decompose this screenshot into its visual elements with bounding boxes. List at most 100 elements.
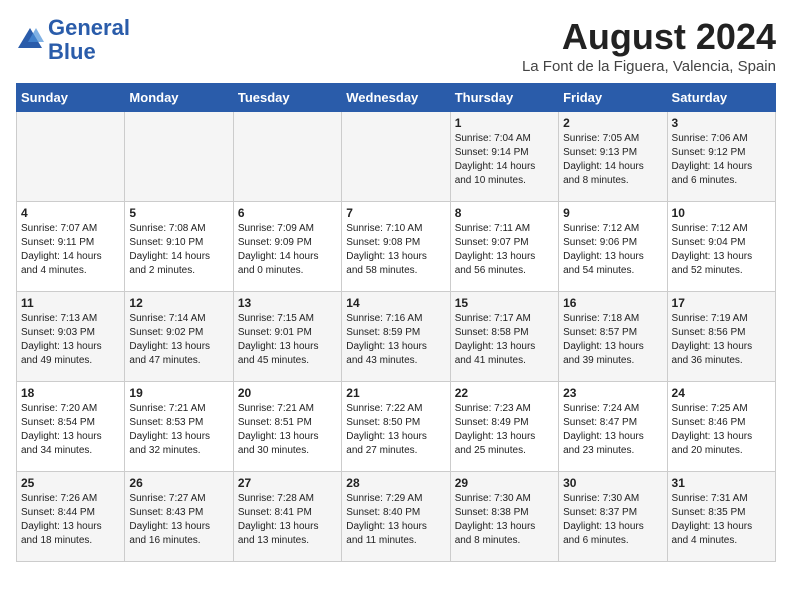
day-number: 30	[563, 476, 662, 490]
day-info: Sunrise: 7:09 AM Sunset: 9:09 PM Dayligh…	[238, 222, 337, 278]
day-number: 14	[346, 296, 445, 310]
day-number: 5	[129, 206, 228, 220]
day-info: Sunrise: 7:12 AM Sunset: 9:04 PM Dayligh…	[672, 222, 771, 278]
calendar-cell: 24 Sunrise: 7:25 AM Sunset: 8:46 PM Dayli…	[667, 382, 775, 472]
calendar-cell: 15Sunrise: 7:17 AM Sunset: 8:58 PM Dayli…	[450, 292, 558, 382]
day-number: 22	[455, 386, 554, 400]
calendar-cell: 16 Sunrise: 7:18 AM Sunset: 8:57 PM Dayli…	[559, 292, 667, 382]
page-title: August 2024	[522, 16, 776, 58]
day-info: Sunrise: 7:12 AM Sunset: 9:06 PM Dayligh…	[563, 222, 662, 278]
day-info: Sunrise: 7:30 AM Sunset: 8:38 PM Dayligh…	[455, 492, 554, 548]
day-number: 1	[455, 116, 554, 130]
day-number: 20	[238, 386, 337, 400]
calendar-cell: 13 Sunrise: 7:15 AM Sunset: 9:01 PM Dayli…	[233, 292, 341, 382]
calendar-cell: 27 Sunrise: 7:28 AM Sunset: 8:41 PM Dayli…	[233, 472, 341, 562]
day-number: 31	[672, 476, 771, 490]
day-info: Sunrise: 7:20 AM Sunset: 8:54 PM Dayligh…	[21, 402, 120, 458]
day-number: 24	[672, 386, 771, 400]
calendar-cell: 3 Sunrise: 7:06 AM Sunset: 9:12 PM Daylig…	[667, 112, 775, 202]
calendar-cell: 19Sunrise: 7:21 AM Sunset: 8:53 PM Dayli…	[125, 382, 233, 472]
weekday-header: Friday	[559, 84, 667, 112]
day-info: Sunrise: 7:24 AM Sunset: 8:47 PM Dayligh…	[563, 402, 662, 458]
calendar-cell	[125, 112, 233, 202]
calendar-cell: 23Sunrise: 7:24 AM Sunset: 8:47 PM Dayli…	[559, 382, 667, 472]
day-number: 17	[672, 296, 771, 310]
calendar-cell: 22 Sunrise: 7:23 AM Sunset: 8:49 PM Dayli…	[450, 382, 558, 472]
day-info: Sunrise: 7:07 AM Sunset: 9:11 PM Dayligh…	[21, 222, 120, 278]
calendar-week-row: 1Sunrise: 7:04 AM Sunset: 9:14 PM Daylig…	[17, 112, 776, 202]
calendar-cell: 2 Sunrise: 7:05 AM Sunset: 9:13 PM Daylig…	[559, 112, 667, 202]
header-row: SundayMondayTuesdayWednesdayThursdayFrid…	[17, 84, 776, 112]
calendar-cell	[342, 112, 450, 202]
day-number: 2	[563, 116, 662, 130]
day-number: 13	[238, 296, 337, 310]
day-number: 26	[129, 476, 228, 490]
day-info: Sunrise: 7:31 AM Sunset: 8:35 PM Dayligh…	[672, 492, 771, 548]
day-number: 9	[563, 206, 662, 220]
day-info: Sunrise: 7:16 AM Sunset: 8:59 PM Dayligh…	[346, 312, 445, 368]
day-number: 28	[346, 476, 445, 490]
day-info: Sunrise: 7:26 AM Sunset: 8:44 PM Dayligh…	[21, 492, 120, 548]
day-info: Sunrise: 7:15 AM Sunset: 9:01 PM Dayligh…	[238, 312, 337, 368]
calendar-cell: 21 Sunrise: 7:22 AM Sunset: 8:50 PM Dayli…	[342, 382, 450, 472]
calendar-week-row: 4Sunrise: 7:07 AM Sunset: 9:11 PM Daylig…	[17, 202, 776, 292]
day-number: 27	[238, 476, 337, 490]
day-info: Sunrise: 7:13 AM Sunset: 9:03 PM Dayligh…	[21, 312, 120, 368]
calendar-cell: 18 Sunrise: 7:20 AM Sunset: 8:54 PM Dayli…	[17, 382, 125, 472]
calendar-cell	[17, 112, 125, 202]
day-number: 25	[21, 476, 120, 490]
weekday-header: Monday	[125, 84, 233, 112]
day-info: Sunrise: 7:23 AM Sunset: 8:49 PM Dayligh…	[455, 402, 554, 458]
day-number: 16	[563, 296, 662, 310]
calendar-cell: 30 Sunrise: 7:30 AM Sunset: 8:37 PM Dayli…	[559, 472, 667, 562]
day-info: Sunrise: 7:05 AM Sunset: 9:13 PM Dayligh…	[563, 132, 662, 188]
day-number: 29	[455, 476, 554, 490]
calendar-cell: 5Sunrise: 7:08 AM Sunset: 9:10 PM Daylig…	[125, 202, 233, 292]
calendar-cell: 10 Sunrise: 7:12 AM Sunset: 9:04 PM Dayli…	[667, 202, 775, 292]
day-info: Sunrise: 7:18 AM Sunset: 8:57 PM Dayligh…	[563, 312, 662, 368]
calendar-cell	[233, 112, 341, 202]
calendar-cell: 9 Sunrise: 7:12 AM Sunset: 9:06 PM Daylig…	[559, 202, 667, 292]
logo-line2: Blue	[48, 40, 130, 64]
calendar-week-row: 11 Sunrise: 7:13 AM Sunset: 9:03 PM Dayli…	[17, 292, 776, 382]
calendar-cell: 25 Sunrise: 7:26 AM Sunset: 8:44 PM Dayli…	[17, 472, 125, 562]
day-info: Sunrise: 7:28 AM Sunset: 8:41 PM Dayligh…	[238, 492, 337, 548]
calendar-cell: 28 Sunrise: 7:29 AM Sunset: 8:40 PM Dayli…	[342, 472, 450, 562]
day-info: Sunrise: 7:21 AM Sunset: 8:51 PM Dayligh…	[238, 402, 337, 458]
day-number: 12	[129, 296, 228, 310]
calendar-week-row: 18 Sunrise: 7:20 AM Sunset: 8:54 PM Dayli…	[17, 382, 776, 472]
calendar-cell: 12 Sunrise: 7:14 AM Sunset: 9:02 PM Dayli…	[125, 292, 233, 382]
calendar-cell: 4Sunrise: 7:07 AM Sunset: 9:11 PM Daylig…	[17, 202, 125, 292]
day-info: Sunrise: 7:30 AM Sunset: 8:37 PM Dayligh…	[563, 492, 662, 548]
day-info: Sunrise: 7:11 AM Sunset: 9:07 PM Dayligh…	[455, 222, 554, 278]
calendar-cell: 31 Sunrise: 7:31 AM Sunset: 8:35 PM Dayli…	[667, 472, 775, 562]
day-number: 19	[129, 386, 228, 400]
day-info: Sunrise: 7:29 AM Sunset: 8:40 PM Dayligh…	[346, 492, 445, 548]
day-info: Sunrise: 7:14 AM Sunset: 9:02 PM Dayligh…	[129, 312, 228, 368]
calendar-week-row: 25 Sunrise: 7:26 AM Sunset: 8:44 PM Dayli…	[17, 472, 776, 562]
calendar-cell: 14 Sunrise: 7:16 AM Sunset: 8:59 PM Dayli…	[342, 292, 450, 382]
day-number: 21	[346, 386, 445, 400]
day-number: 3	[672, 116, 771, 130]
day-info: Sunrise: 7:27 AM Sunset: 8:43 PM Dayligh…	[129, 492, 228, 548]
day-number: 18	[21, 386, 120, 400]
page-subtitle: La Font de la Figuera, Valencia, Spain	[522, 58, 776, 75]
calendar-cell: 26 Sunrise: 7:27 AM Sunset: 8:43 PM Dayli…	[125, 472, 233, 562]
day-number: 7	[346, 206, 445, 220]
calendar-cell: 17 Sunrise: 7:19 AM Sunset: 8:56 PM Dayli…	[667, 292, 775, 382]
calendar-cell: 20 Sunrise: 7:21 AM Sunset: 8:51 PM Dayli…	[233, 382, 341, 472]
day-info: Sunrise: 7:22 AM Sunset: 8:50 PM Dayligh…	[346, 402, 445, 458]
day-info: Sunrise: 7:19 AM Sunset: 8:56 PM Dayligh…	[672, 312, 771, 368]
weekday-header: Thursday	[450, 84, 558, 112]
logo-line1: General	[48, 16, 130, 40]
day-number: 11	[21, 296, 120, 310]
day-number: 10	[672, 206, 771, 220]
day-info: Sunrise: 7:06 AM Sunset: 9:12 PM Dayligh…	[672, 132, 771, 188]
logo-icon	[16, 26, 44, 54]
day-info: Sunrise: 7:17 AM Sunset: 8:58 PM Dayligh…	[455, 312, 554, 368]
calendar-cell: 6Sunrise: 7:09 AM Sunset: 9:09 PM Daylig…	[233, 202, 341, 292]
calendar-cell: 1Sunrise: 7:04 AM Sunset: 9:14 PM Daylig…	[450, 112, 558, 202]
day-info: Sunrise: 7:25 AM Sunset: 8:46 PM Dayligh…	[672, 402, 771, 458]
weekday-header: Saturday	[667, 84, 775, 112]
weekday-header: Tuesday	[233, 84, 341, 112]
